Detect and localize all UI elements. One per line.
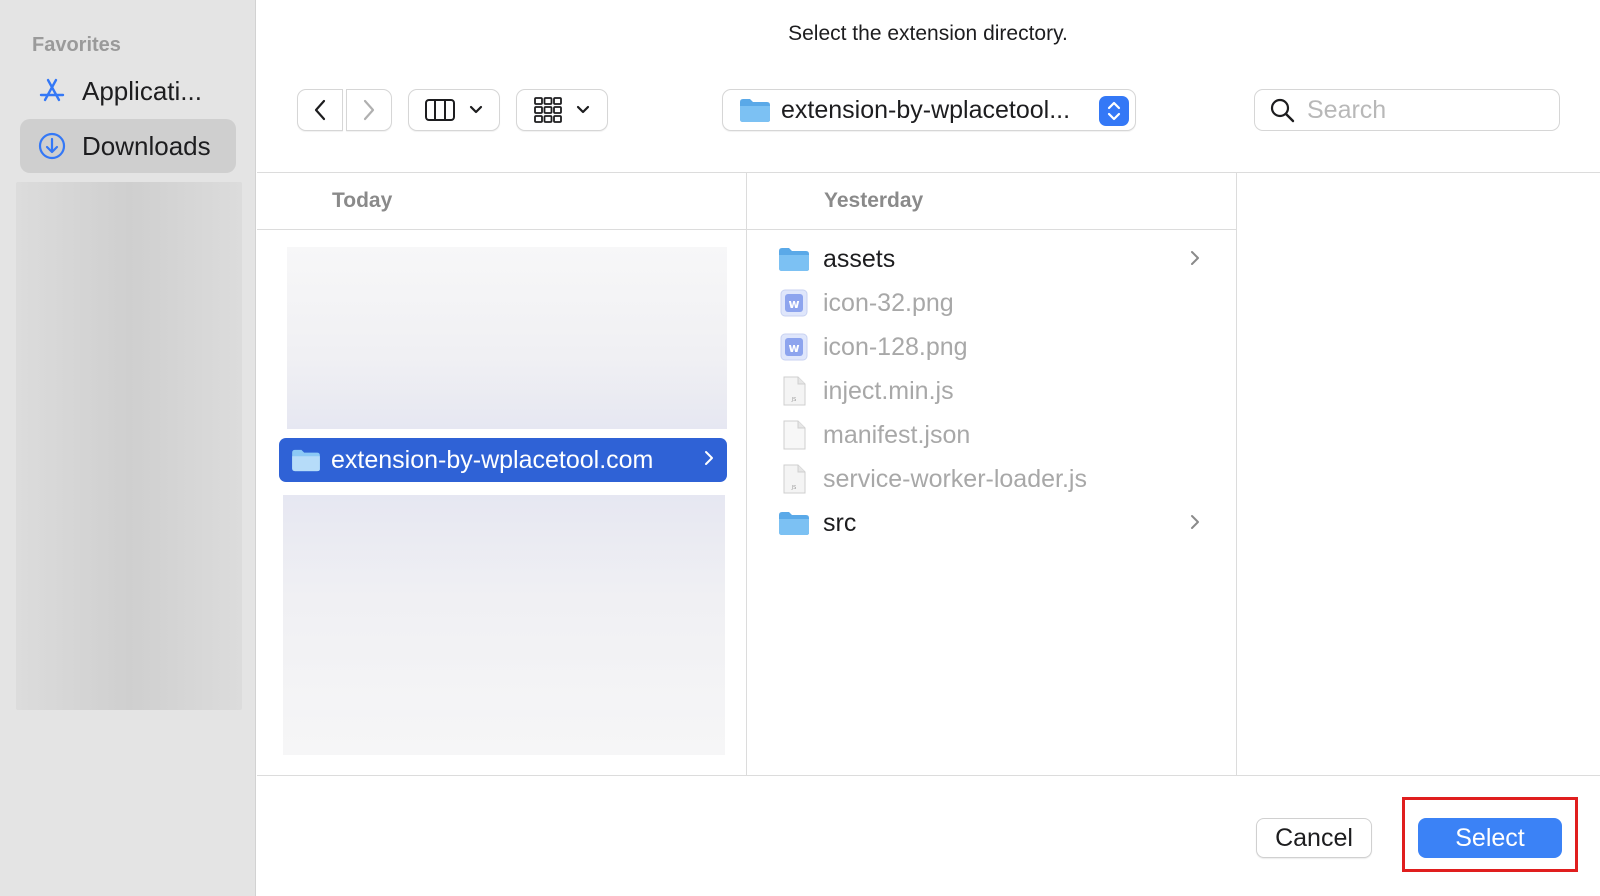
search-field[interactable]: [1254, 89, 1560, 131]
item-name: icon-128.png: [823, 332, 968, 361]
chevron-right-icon: [1191, 515, 1199, 529]
chevron-right-icon: [1191, 251, 1199, 265]
dialog-title: Select the extension directory.: [788, 22, 1068, 45]
item-name: service-worker-loader.js: [823, 464, 1087, 493]
folder-icon: [777, 506, 811, 540]
list-item-manifest-json[interactable]: manifest.json: [777, 413, 1217, 457]
column-header: Yesterday: [747, 173, 1236, 230]
sidebar-item-label: Downloads: [82, 130, 211, 161]
blurred-content: [283, 495, 725, 755]
list-item-inject-min-js[interactable]: JS inject.min.js: [777, 369, 1217, 413]
sidebar: Favorites Applicati... Downloads: [0, 0, 256, 896]
location-label: extension-by-wplacetool...: [781, 95, 1071, 124]
js-file-icon: JS: [777, 462, 811, 496]
search-input[interactable]: [1307, 95, 1547, 125]
list-item-icon-32[interactable]: w icon-32.png: [777, 281, 1217, 325]
folder-icon: [740, 99, 770, 122]
sidebar-blurred-region: [16, 182, 242, 710]
item-name: src: [823, 508, 857, 537]
svg-text:JS: JS: [791, 397, 797, 403]
list-item-selected[interactable]: extension-by-wplacetool.com: [279, 438, 727, 482]
list-item-icon-128[interactable]: w icon-128.png: [777, 325, 1217, 369]
folder-icon: [777, 242, 811, 276]
column-today: Today extension-by-wplacetool.com: [257, 173, 747, 775]
document-file-icon: [777, 418, 811, 452]
item-name: assets: [823, 244, 896, 273]
svg-text:JS: JS: [791, 485, 797, 491]
view-mode-button[interactable]: [408, 89, 500, 131]
back-button[interactable]: [297, 89, 343, 131]
list-item-service-worker-loader-js[interactable]: JS service-worker-loader.js: [777, 457, 1217, 501]
chevron-left-icon: [314, 99, 326, 121]
list-item-assets[interactable]: assets: [777, 237, 1217, 281]
sidebar-item-downloads[interactable]: Downloads: [20, 119, 236, 173]
chevron-down-icon: [469, 105, 483, 114]
blurred-content: [287, 247, 727, 429]
column-header: Today: [257, 173, 746, 230]
grid-view-icon: [534, 97, 562, 123]
chevron-right-icon: [705, 451, 713, 465]
js-file-icon: JS: [777, 374, 811, 408]
app-store-icon: [36, 75, 68, 107]
forward-button[interactable]: [346, 89, 392, 131]
item-name: manifest.json: [823, 420, 971, 449]
download-circle-icon: [36, 130, 68, 162]
chevron-down-icon: [576, 105, 590, 114]
item-name: icon-32.png: [823, 288, 954, 317]
column-view-icon: [425, 99, 455, 121]
folder-icon: [292, 449, 320, 472]
column-yesterday: Yesterday assets w icon-32.png w icon-12…: [747, 173, 1237, 775]
svg-text:w: w: [788, 341, 799, 355]
item-name: extension-by-wplacetool.com: [331, 445, 654, 474]
chevron-right-icon: [363, 99, 375, 121]
column-browser: Today extension-by-wplacetool.com Yester…: [257, 172, 1600, 776]
cancel-button[interactable]: Cancel: [1256, 818, 1372, 858]
search-icon: [1270, 98, 1295, 123]
image-file-icon: w: [777, 286, 811, 320]
group-by-button[interactable]: [516, 89, 608, 131]
highlight-box: [1402, 797, 1578, 872]
sidebar-item-applications[interactable]: Applicati...: [20, 64, 236, 118]
list-item-src[interactable]: src: [777, 501, 1217, 545]
sidebar-header-favorites: Favorites: [32, 34, 121, 56]
sidebar-item-label: Applicati...: [82, 75, 202, 106]
popup-stepper-icon: [1099, 96, 1129, 126]
item-name: inject.min.js: [823, 376, 954, 405]
svg-text:w: w: [788, 297, 799, 311]
location-popup[interactable]: extension-by-wplacetool...: [722, 89, 1136, 131]
image-file-icon: w: [777, 330, 811, 364]
